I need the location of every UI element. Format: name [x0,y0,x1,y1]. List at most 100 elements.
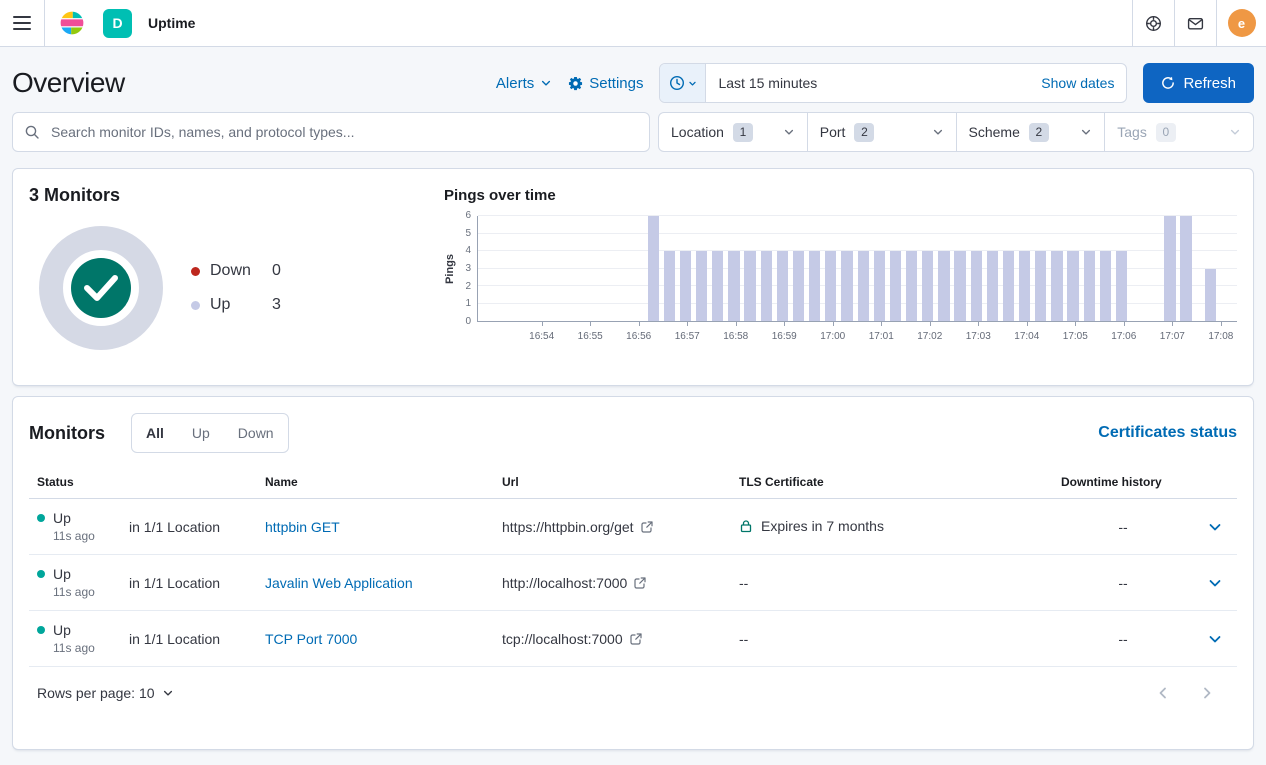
ping-bar [809,251,820,321]
expand-row-button[interactable] [1201,519,1229,535]
alerts-dropdown[interactable]: Alerts [496,75,552,92]
x-tick-mark [784,322,785,326]
status-text: Up [53,510,71,526]
monitors-count-title: 3 Monitors [29,185,444,206]
chevron-down-icon [540,77,552,89]
search-input[interactable] [12,112,650,152]
x-tick-mark [687,322,688,326]
x-tick-mark [736,322,737,326]
tls-cell: -- [731,555,1053,611]
filter-row: Location1Port2Scheme2 Tags0 [12,112,1254,152]
x-tick-label: 17:01 [869,331,894,342]
status-text: Up [53,622,71,638]
previous-page-button[interactable] [1155,685,1171,701]
monitor-name-link[interactable]: TCP Port 7000 [265,631,357,647]
x-tick-label: 16:54 [529,331,554,342]
refresh-icon [1161,76,1175,90]
expand-row-button[interactable] [1201,631,1229,647]
newsfeed-button[interactable] [1174,0,1216,46]
x-tick-mark [1172,322,1173,326]
chevron-down-icon [1207,631,1223,647]
monitor-name-link[interactable]: Javalin Web Application [265,575,413,591]
filter-location[interactable]: Location1 [659,113,807,151]
menu-button[interactable] [0,0,45,46]
y-tick-label: 2 [465,282,471,292]
tab-all[interactable]: All [132,414,178,452]
help-button[interactable] [1132,0,1174,46]
ping-bar [1205,269,1216,322]
ping-bar [1003,251,1014,321]
name-cell: Javalin Web Application [257,555,494,611]
alerts-label: Alerts [496,75,534,92]
x-tick-mark [930,322,931,326]
ping-bar [696,251,707,321]
mail-icon [1187,15,1204,32]
monitor-row: Up 11s ago in 1/1 Location TCP Port 7000… [29,611,1237,667]
filter-count-badge: 0 [1156,123,1176,142]
filter-port[interactable]: Port2 [807,113,956,151]
col-status: Status [29,469,121,499]
monitor-row: Up 11s ago in 1/1 Location Javalin Web A… [29,555,1237,611]
space-avatar[interactable]: D [103,9,132,38]
page-title: Overview [12,67,125,99]
status-legend: Down0Up3 [191,262,281,314]
x-tick-label: 16:58 [723,331,748,342]
date-picker-value[interactable]: Last 15 minutes [706,75,1029,91]
x-axis: 16:5416:5516:5616:5716:5816:5917:0017:01… [477,322,1237,348]
x-tick-mark [833,322,834,326]
filter-label: Scheme [969,124,1020,140]
x-tick-label: 17:02 [917,331,942,342]
ping-bar [712,251,723,321]
ping-bar [1100,251,1111,321]
filter-label: Port [820,124,846,140]
filter-tags[interactable]: Tags0 [1104,113,1253,151]
elastic-logo[interactable] [59,10,85,36]
next-page-button[interactable] [1199,685,1215,701]
ping-bar [906,251,917,321]
rows-per-page-button[interactable]: Rows per page: 10 [37,685,174,701]
legend-value: 0 [272,262,281,280]
up-legend-dot [191,301,200,310]
hamburger-icon [13,16,31,30]
ping-bar [777,251,788,321]
ping-bar [1067,251,1078,321]
external-link-icon[interactable] [634,577,646,589]
certificates-status-link[interactable]: Certificates status [1098,424,1237,442]
filter-count-badge: 1 [733,123,753,142]
expand-row-button[interactable] [1201,575,1229,591]
date-picker-quick-menu-button[interactable] [660,64,706,102]
y-tick-label: 6 [465,211,471,221]
show-dates-button[interactable]: Show dates [1029,75,1126,91]
x-tick-mark [639,322,640,326]
chevron-down-icon [1229,126,1241,138]
y-axis-label: Pings [444,216,456,322]
ping-bar [1084,251,1095,321]
monitor-name-link[interactable]: httpbin GET [265,519,340,535]
ping-bar [1180,216,1191,321]
filter-scheme[interactable]: Scheme2 [956,113,1105,151]
x-tick-mark [978,322,979,326]
ping-bar [825,251,836,321]
ping-bar [841,251,852,321]
breadcrumb[interactable]: Uptime [148,15,195,31]
location-cell: in 1/1 Location [121,611,257,667]
refresh-button[interactable]: Refresh [1143,63,1254,103]
settings-button[interactable]: Settings [568,75,643,92]
tls-text: -- [739,631,748,647]
filter-label-group: Tags0 [1117,123,1176,142]
refresh-label: Refresh [1183,75,1236,92]
tab-up[interactable]: Up [178,414,224,452]
external-link-icon[interactable] [630,633,642,645]
tab-down[interactable]: Down [224,414,288,452]
monitors-table: Status Name Url TLS Certificate Downtime… [29,469,1237,667]
legend-label: Down [210,262,272,280]
chevron-down-icon [1207,519,1223,535]
ping-bar [648,216,659,321]
ping-bar [680,251,691,321]
ping-bar [971,251,982,321]
status-cell: Up 11s ago [29,499,121,555]
external-link-icon[interactable] [641,521,653,533]
monitor-url: https://httpbin.org/get [502,519,634,535]
user-menu-button[interactable]: e [1216,0,1266,46]
url-cell: https://httpbin.org/get [494,499,731,555]
